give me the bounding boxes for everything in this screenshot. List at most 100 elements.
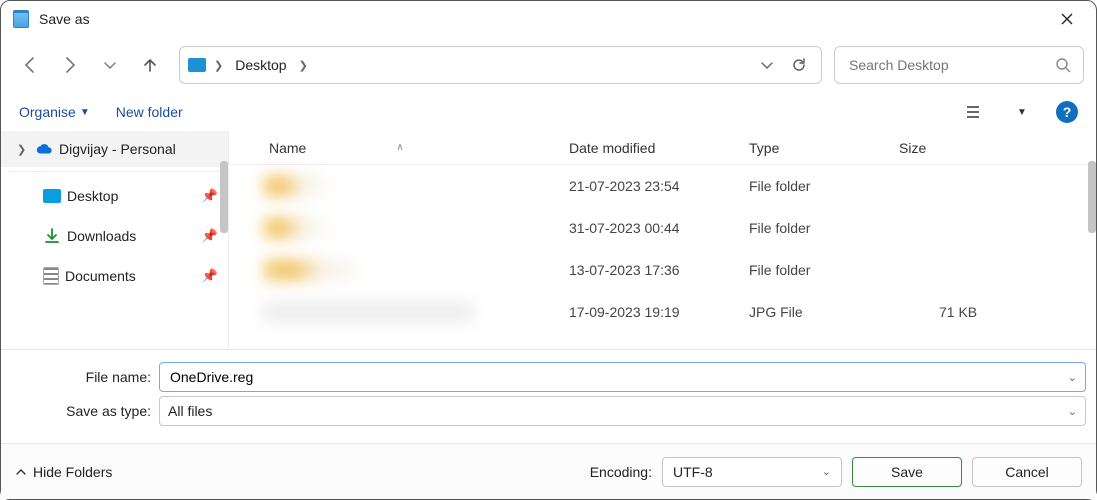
sidebar-item-downloads[interactable]: Downloads 📌	[1, 216, 228, 256]
help-icon: ?	[1063, 104, 1072, 120]
search-icon	[1055, 57, 1071, 73]
column-date[interactable]: Date modified	[569, 140, 749, 156]
chevron-down-icon[interactable]: ⌄	[1068, 405, 1077, 418]
redacted-name	[263, 175, 323, 197]
saveastype-value: All files	[168, 403, 1068, 419]
breadcrumb-chevron-icon[interactable]: ❯	[297, 57, 310, 74]
encoding-label: Encoding:	[590, 464, 652, 480]
window-title: Save as	[39, 11, 90, 27]
save-button[interactable]: Save	[852, 457, 962, 487]
sidebar-item-label: Downloads	[67, 228, 136, 244]
content-area: ❯ Digvijay - Personal Desktop 📌 Download…	[1, 131, 1096, 349]
file-row[interactable]: 13-07-2023 17:36 File folder	[229, 249, 1096, 291]
sidebar-item-onedrive[interactable]: ❯ Digvijay - Personal	[1, 131, 228, 167]
organise-label: Organise	[19, 104, 76, 120]
back-icon	[21, 56, 39, 74]
sidebar-item-label: Desktop	[67, 188, 118, 204]
footer: Hide Folders Encoding: UTF-8 ⌄ Save Canc…	[1, 443, 1096, 499]
chevron-down-icon	[103, 58, 117, 72]
organise-menu[interactable]: Organise ▼	[19, 104, 90, 120]
cancel-button[interactable]: Cancel	[972, 457, 1082, 487]
desktop-icon	[43, 189, 61, 203]
recent-dropdown[interactable]	[93, 48, 127, 82]
filename-input[interactable]	[168, 368, 1068, 386]
column-name-label: Name	[269, 140, 306, 156]
search-input[interactable]	[847, 56, 1055, 74]
sidebar-item-label: Documents	[65, 268, 136, 284]
breadcrumb-desktop[interactable]: Desktop	[229, 55, 292, 75]
forward-button[interactable]	[53, 48, 87, 82]
column-type[interactable]: Type	[749, 140, 899, 156]
file-row[interactable]: 21-07-2023 23:54 File folder	[229, 165, 1096, 207]
new-folder-button[interactable]: New folder	[116, 104, 183, 120]
view-menu[interactable]	[958, 97, 988, 127]
refresh-icon	[791, 57, 807, 73]
encoding-value: UTF-8	[673, 464, 713, 480]
hide-folders-button[interactable]: Hide Folders	[15, 464, 112, 480]
redacted-name	[263, 259, 353, 281]
close-button[interactable]	[1044, 4, 1090, 34]
file-row[interactable]: 31-07-2023 00:44 File folder	[229, 207, 1096, 249]
address-bar[interactable]: ❯ Desktop ❯	[179, 46, 822, 84]
nav-row: ❯ Desktop ❯	[1, 37, 1096, 93]
file-row[interactable]: 17-09-2023 19:19 JPG File 71 KB	[229, 291, 1096, 333]
pin-icon: 📌	[202, 268, 218, 284]
download-icon	[43, 227, 61, 245]
cloud-icon	[35, 140, 53, 158]
cell-type: File folder	[749, 262, 899, 278]
sidebar-scrollbar[interactable]	[220, 161, 228, 233]
file-list: Name ∧ Date modified Type Size 21-07-202…	[229, 131, 1096, 349]
caret-down-icon: ▼	[1017, 107, 1027, 118]
pin-icon: 📌	[202, 188, 218, 204]
back-button[interactable]	[13, 48, 47, 82]
cell-type: File folder	[749, 178, 899, 194]
save-fields: File name: ⌄ Save as type: All files ⌄	[1, 349, 1096, 436]
cell-date: 31-07-2023 00:44	[569, 220, 749, 236]
saveastype-combo[interactable]: All files ⌄	[159, 396, 1086, 426]
cell-type: JPG File	[749, 304, 899, 320]
sidebar-item-desktop[interactable]: Desktop 📌	[1, 176, 228, 216]
location-icon	[188, 58, 206, 72]
caret-down-icon: ▼	[80, 107, 90, 118]
chevron-down-icon	[760, 58, 774, 72]
filename-label: File name:	[11, 369, 159, 385]
divider	[9, 171, 220, 172]
column-name[interactable]: Name ∧	[229, 140, 569, 156]
save-label: Save	[891, 464, 923, 480]
cell-size: 71 KB	[899, 304, 1009, 320]
cell-date: 17-09-2023 19:19	[569, 304, 749, 320]
list-view-icon	[964, 103, 982, 121]
search-box[interactable]	[834, 46, 1084, 84]
expand-icon[interactable]: ❯	[17, 143, 29, 156]
chevron-down-icon[interactable]: ⌄	[1068, 371, 1077, 384]
saveastype-label: Save as type:	[11, 403, 159, 419]
filelist-scrollbar[interactable]	[1088, 161, 1096, 233]
refresh-button[interactable]	[785, 51, 813, 79]
cell-type: File folder	[749, 220, 899, 236]
address-dropdown[interactable]	[753, 51, 781, 79]
chevron-up-icon	[15, 466, 27, 478]
redacted-name	[263, 217, 323, 239]
sort-asc-icon: ∧	[396, 142, 403, 153]
pin-icon: 📌	[202, 228, 218, 244]
sidebar-item-documents[interactable]: Documents 📌	[1, 256, 228, 296]
help-button[interactable]: ?	[1056, 101, 1078, 123]
document-icon	[43, 267, 59, 285]
cell-date: 13-07-2023 17:36	[569, 262, 749, 278]
new-folder-label: New folder	[116, 104, 183, 120]
cell-date: 21-07-2023 23:54	[569, 178, 749, 194]
encoding-select[interactable]: UTF-8 ⌄	[662, 457, 842, 487]
chevron-down-icon: ⌄	[822, 465, 831, 478]
cancel-label: Cancel	[1005, 464, 1049, 480]
up-button[interactable]	[133, 48, 167, 82]
hide-folders-label: Hide Folders	[33, 464, 112, 480]
sidebar: ❯ Digvijay - Personal Desktop 📌 Download…	[1, 131, 229, 349]
app-icon	[13, 10, 29, 28]
redacted-name	[263, 301, 473, 323]
close-icon	[1061, 13, 1073, 25]
column-headers: Name ∧ Date modified Type Size	[229, 131, 1096, 165]
column-size[interactable]: Size	[899, 140, 1009, 156]
filename-combo[interactable]: ⌄	[159, 362, 1086, 392]
view-dropdown[interactable]: ▼	[1014, 97, 1030, 127]
breadcrumb-chevron-icon[interactable]: ❯	[212, 57, 225, 74]
